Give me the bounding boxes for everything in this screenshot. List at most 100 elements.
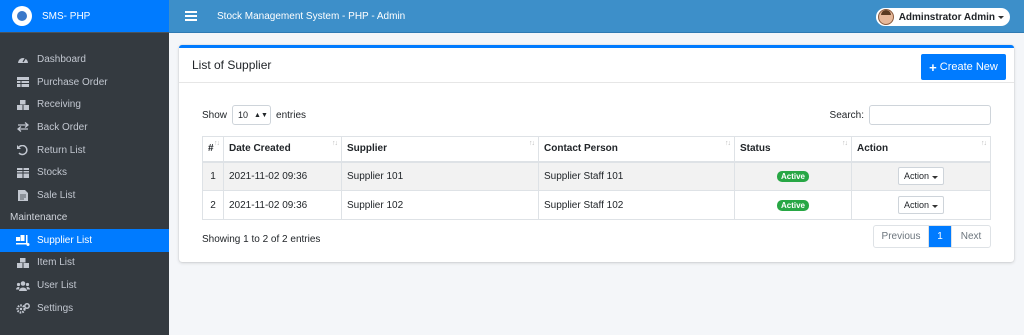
previous-page-button[interactable]: Previous [874,226,929,247]
menu-toggle-icon[interactable] [185,9,197,23]
sort-icon: ↑↓ [332,140,338,147]
dashboard-icon [15,53,31,65]
sidebar-item-item-list[interactable]: Item List [0,252,169,275]
search-label: Search: [829,109,864,121]
sidebar-item-label: Purchase Order [37,76,108,88]
brand[interactable]: SMS- PHP [0,0,169,33]
table-icon [15,76,31,88]
search-control: Search: [830,105,991,125]
column-header-label: Date Created [229,143,291,155]
sidebar-item-label: Stocks [37,167,68,179]
select-arrows-icon: ▲▼ [254,111,268,119]
column-header-label: Contact Person [544,143,618,155]
sidebar-item-label: Back Order [37,121,88,133]
sidebar-item-sale-list[interactable]: Sale List [0,184,169,207]
sort-icon: ↑↓ [842,140,848,147]
sidebar-item-receiving[interactable]: Receiving [0,93,169,116]
sidebar-item-settings[interactable]: Settings [0,297,169,320]
brand-name: SMS- PHP [42,10,91,22]
entries-label: entries [276,109,307,121]
app-title: Stock Management System - PHP - Admin [217,10,406,22]
sidebar-item-label: Supplier List [37,234,93,246]
avatar [877,9,894,25]
sidebar-item-label: Dashboard [37,53,86,65]
status-badge: Active [776,170,809,182]
grid-icon [15,167,31,179]
sidebar-item-back-order[interactable]: Back Order [0,116,169,139]
cell-status: Active [734,161,852,191]
pagination: Previous 1 Next [873,225,991,248]
boxes-icon [15,257,31,269]
column-header-num[interactable]: # ↑↓ [202,136,224,163]
cell-date: 2021-11-02 09:36 [223,190,342,220]
sidebar-item-dashboard[interactable]: Dashboard [0,48,169,71]
page-1-button[interactable]: 1 [929,226,951,247]
sidebar-item-label: Item List [37,257,75,269]
chevron-down-icon [932,176,938,180]
cell-action: Action [851,190,991,220]
column-header-status[interactable]: Status ↑↓ [734,136,852,163]
sidebar-section-maintenance: Maintenance [10,212,68,224]
sidebar-item-label: Settings [37,302,74,314]
exchange-icon [15,121,31,133]
chevron-down-icon [998,15,1004,19]
cell-action: Action [851,161,991,191]
brand-logo [12,6,32,26]
cell-supplier: Supplier 101 [341,161,539,191]
sidebar-item-user-list[interactable]: User List [0,274,169,297]
sort-icon: ↑↓ [214,140,220,147]
user-menu[interactable]: Adminstrator Admin [875,8,1010,26]
column-header-action[interactable]: Action ↑↓ [851,136,991,163]
sidebar: SMS- PHP Dashboard Purchase Order Receiv… [0,0,169,335]
column-header-label: # [208,143,214,155]
create-new-button[interactable]: + Create New [921,54,1006,80]
entries-select[interactable]: 10 ▲▼ [232,105,272,125]
show-label: Show [202,109,228,121]
column-header-contact-person[interactable]: Contact Person ↑↓ [538,136,735,163]
sort-icon: ↑↓ [981,140,987,147]
user-name: Adminstrator Admin [898,11,995,23]
cell-num: 1 [202,161,224,191]
supplier-table: # ↑↓ Date Created ↑↓ Supplier ↑↓ Contact Pe… [202,136,991,220]
page-title: List of Supplier [192,58,272,72]
top-navbar: Stock Management System - PHP - Admin Ad… [169,0,1024,33]
search-input[interactable] [869,105,991,125]
sidebar-item-stocks[interactable]: Stocks [0,161,169,184]
sort-icon: ↑↓ [725,140,731,147]
plus-icon: + [929,59,937,75]
cell-date: 2021-11-02 09:36 [223,161,342,191]
truck-loading-icon [15,234,31,246]
sort-icon: ↑↓ [529,140,535,147]
column-header-label: Status [740,143,771,155]
status-badge: Active [776,199,809,211]
cell-supplier: Supplier 102 [341,190,539,220]
sidebar-item-label: Sale List [37,189,76,201]
sidebar-item-label: User List [37,280,77,292]
table-row: 1 2021-11-02 09:36 Supplier 101 Supplier… [202,161,991,191]
entries-select-value: 10 [238,110,249,120]
cell-contact: Supplier Staff 102 [538,190,735,220]
column-header-label: Supplier [347,143,388,155]
column-header-label: Action [857,143,889,155]
sidebar-nav: Dashboard Purchase Order Receiving Back … [0,33,169,320]
cogs-icon [15,302,31,314]
undo-icon [15,144,31,156]
chevron-down-icon [932,205,938,208]
sidebar-item-supplier-list[interactable]: Supplier List [0,228,169,252]
column-header-supplier[interactable]: Supplier ↑↓ [341,136,539,163]
sidebar-item-label: Receiving [37,99,81,111]
action-label: Action [903,200,929,210]
receipt-icon [15,189,31,201]
sidebar-item-return-list[interactable]: Return List [0,139,169,162]
action-label: Action [903,171,929,182]
column-header-date-created[interactable]: Date Created ↑↓ [223,136,342,163]
table-info: Showing 1 to 2 of 2 entries [202,234,321,245]
action-dropdown-button[interactable]: Action [897,167,944,186]
action-dropdown-button[interactable]: Action [897,196,944,214]
users-icon [15,280,31,292]
card-header: List of Supplier [179,48,1014,83]
cell-contact: Supplier Staff 101 [538,161,735,191]
next-page-button[interactable]: Next [951,226,990,247]
sidebar-item-purchase-order[interactable]: Purchase Order [0,71,169,94]
sidebar-item-label: Return List [37,144,86,156]
